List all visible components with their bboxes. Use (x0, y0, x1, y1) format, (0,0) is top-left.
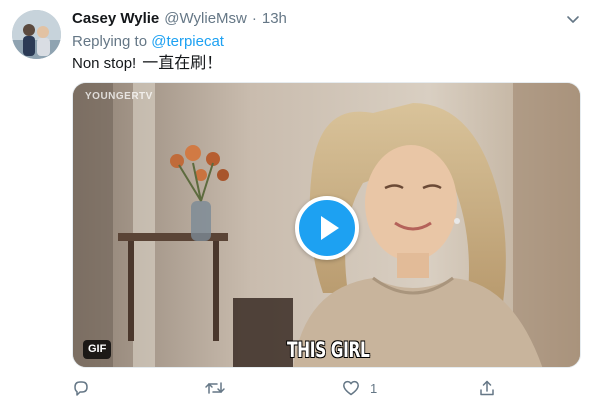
like-count: 1 (370, 380, 378, 396)
like-button[interactable]: 1 (342, 378, 377, 398)
display-name[interactable]: Casey Wylie (72, 10, 159, 27)
play-button[interactable] (295, 196, 359, 260)
tweet[interactable]: Casey Wylie @WylieMsw · 13h Replying to … (0, 0, 596, 407)
user-handle[interactable]: @WylieMsw (164, 10, 247, 27)
retweet-button[interactable] (204, 378, 226, 398)
replying-to: Replying to @terpiecat (72, 33, 224, 50)
gif-badge: GIF (83, 340, 112, 359)
media-watermark: YOUNGERTV (85, 91, 153, 102)
play-icon (321, 216, 339, 240)
share-icon (480, 380, 494, 396)
tweet-text: Non stop! 一直在刷！ (72, 53, 222, 74)
tweet-text-latin: Non stop! (72, 55, 137, 72)
avatar[interactable] (12, 10, 61, 59)
reply-button[interactable] (72, 378, 90, 398)
tweet-actions: 1 (72, 378, 572, 398)
avatar-photo-icon (12, 10, 61, 59)
chevron-down-icon (567, 16, 579, 23)
tweet-text-chinese: 一直在刷！ (142, 53, 223, 72)
replying-to-label: Replying to (72, 33, 148, 50)
timestamp[interactable]: 13h (262, 10, 287, 27)
reply-icon (74, 381, 88, 396)
gif-caption: THIS GIRL (287, 338, 370, 362)
gif-media[interactable]: YOUNGERTV GIF THIS GIRL (72, 82, 581, 368)
separator-dot: · (251, 10, 257, 27)
retweet-icon (205, 382, 225, 394)
heart-icon (343, 380, 359, 396)
tweet-header: Casey Wylie @WylieMsw · 13h (72, 10, 287, 30)
tweet-menu-button[interactable] (566, 13, 580, 25)
mention-link[interactable]: @terpiecat (151, 33, 224, 50)
share-button[interactable] (478, 378, 496, 398)
